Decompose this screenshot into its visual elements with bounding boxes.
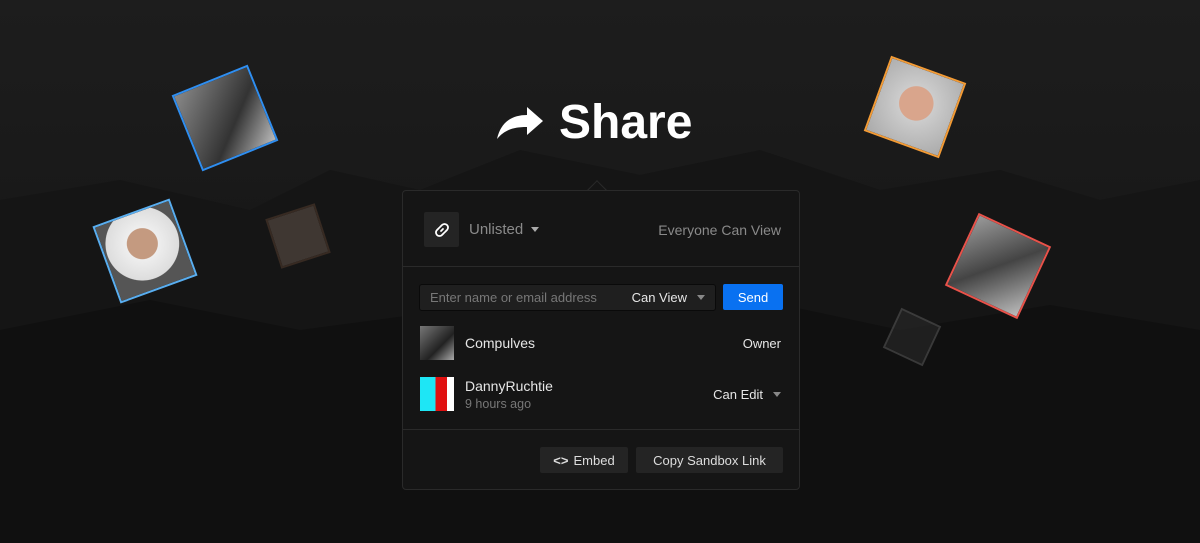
privacy-dropdown[interactable]: Unlisted bbox=[469, 221, 540, 238]
embed-button[interactable]: <> Embed bbox=[540, 447, 628, 473]
divider bbox=[403, 266, 799, 267]
chevron-down-icon bbox=[697, 295, 705, 300]
chevron-down-icon bbox=[773, 391, 781, 397]
invite-field: Can View bbox=[419, 284, 716, 311]
share-arrow-icon bbox=[497, 106, 543, 139]
avatar bbox=[420, 377, 454, 411]
share-panel: Unlisted Everyone Can View Can View inpu… bbox=[402, 190, 800, 490]
send-button[interactable]: Send bbox=[723, 284, 783, 310]
collaborator-row: DannyRuchtie 9 hours ago Can Edit bbox=[420, 377, 781, 411]
copy-link-button[interactable]: Copy Sandbox Link bbox=[636, 447, 783, 473]
chevron-down-icon bbox=[531, 227, 540, 232]
divider bbox=[403, 429, 799, 430]
avatar bbox=[420, 326, 454, 360]
link-icon[interactable] bbox=[424, 212, 459, 247]
role-dropdown[interactable]: Can Edit bbox=[713, 387, 781, 402]
role-label: Owner bbox=[742, 335, 781, 351]
email-input[interactable] bbox=[430, 290, 632, 305]
privacy-summary: Everyone Can View bbox=[658, 221, 781, 238]
permission-dropdown[interactable]: Can View bbox=[632, 290, 705, 305]
page-title: Share bbox=[495, 95, 692, 150]
code-icon: <> bbox=[553, 452, 569, 468]
timestamp: 9 hours ago bbox=[465, 396, 532, 411]
collaborator-row: Compulves Owner bbox=[420, 326, 781, 360]
